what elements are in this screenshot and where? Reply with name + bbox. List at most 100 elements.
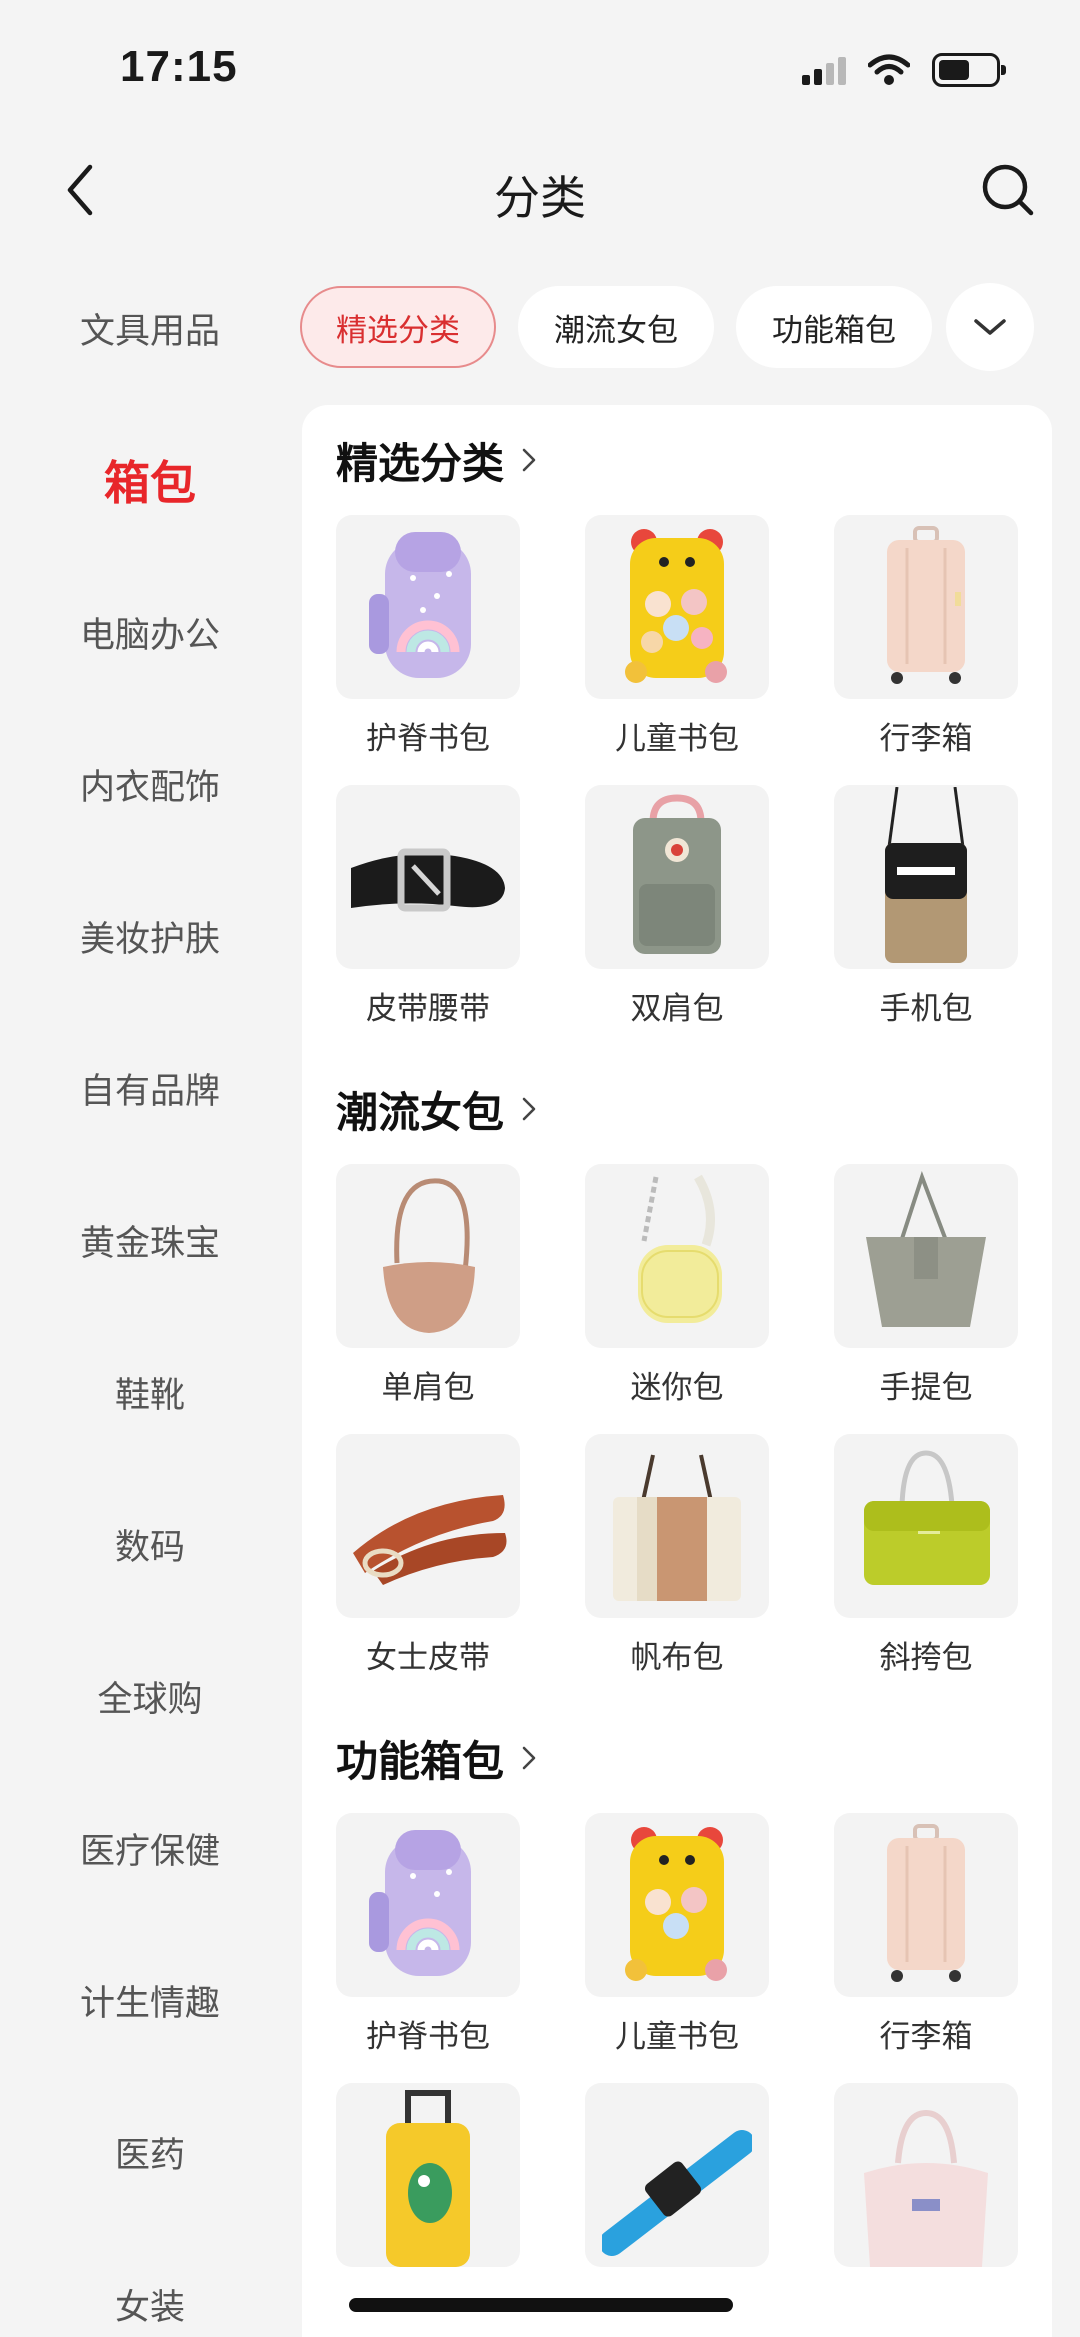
item-label: 手提包 [879,1370,973,1406]
section-title: 潮流女包 [336,1087,505,1137]
category-item-suitcase[interactable]: 行李箱 [834,515,1018,760]
category-item-womens-belt[interactable]: 女士皮带 [336,1434,520,1679]
item-label: 皮带腰带 [366,991,490,1027]
backpack-icon [369,532,471,678]
sidebar-item-stationery[interactable]: 文具用品 [0,252,300,404]
thumb [834,1434,1018,1618]
category-item-spine-backpack[interactable]: 护脊书包 [336,515,520,760]
item-label: 单肩包 [381,1370,475,1406]
category-item-spine-backpack[interactable]: 护脊书包 [336,1813,520,2058]
item-label: 行李箱 [879,721,973,757]
thumb [336,1434,520,1618]
category-item-kids-suitcase[interactable] [336,2083,520,2328]
thumb [585,785,769,969]
backpack-icon [369,1830,471,1976]
thumb [834,515,1018,699]
sidebar-item-digital[interactable]: 数码 [0,1468,300,1620]
category-item-shoulder-bag[interactable]: 单肩包 [336,1164,520,1409]
section-title: 精选分类 [336,438,505,488]
sidebar-item-global[interactable]: 全球购 [0,1620,300,1772]
handbag-icon [866,1171,986,1327]
sidebar-item-computer-office[interactable]: 电脑办公 [0,556,300,708]
section-functional-bags: 功能箱包 护脊书包 儿童书包 行李箱 [302,1703,1052,2328]
canvas-bag-icon [613,1454,741,1601]
status-bar: 17:15 [0,0,1080,130]
crossbody-bag-icon [864,1450,990,1585]
item-label: 护脊书包 [366,2019,490,2055]
home-indicator [349,2298,733,2312]
chip-trendy-womens-bags[interactable]: 潮流女包 [518,286,714,368]
item-label: 帆布包 [630,1640,724,1676]
thumb [834,785,1018,969]
suitcase-icon [887,526,965,684]
sidebar-item-healthcare[interactable]: 医疗保健 [0,1772,300,1924]
thumb [585,1813,769,1997]
thumb [336,1813,520,1997]
item-label: 手机包 [879,991,973,1027]
item-label: 儿童书包 [615,721,739,757]
sidebar-item-medicine[interactable]: 医药 [0,2076,300,2228]
thumb [585,515,769,699]
category-item-duffel-bag[interactable] [834,2083,1018,2328]
category-item-mini-bag[interactable]: 迷你包 [585,1164,769,1409]
section-featured: 精选分类 护脊书包 儿童书包 行李箱 皮带腰带 双肩包 手机包 [302,405,1052,1030]
product-grid: 护脊书包 儿童书包 [336,515,1052,1030]
category-item-luggage-strap[interactable] [585,2083,769,2328]
search-icon [982,164,1034,216]
category-item-kids-backpack[interactable]: 儿童书包 [585,515,769,760]
thumb [336,1164,520,1348]
thumb [585,1434,769,1618]
sidebar-item-bags[interactable]: 箱包 [0,404,300,556]
suitcase-icon [887,1824,965,1982]
sidebar-item-own-brand[interactable]: 自有品牌 [0,1012,300,1164]
chevron-right-icon [522,1746,536,1770]
backpack-icon [633,794,721,954]
category-item-handbag[interactable]: 手提包 [834,1164,1018,1409]
item-label: 双肩包 [630,991,724,1027]
product-grid: 护脊书包 儿童书包 [336,1813,1052,2328]
chevron-right-icon [522,448,536,472]
mini-bag-icon [638,1174,722,1323]
content-panel: 精选分类 护脊书包 儿童书包 行李箱 皮带腰带 双肩包 手机包 潮流女包 单肩包… [302,405,1052,2337]
category-item-crossbody-bag[interactable]: 斜挎包 [834,1434,1018,1679]
item-label: 女士皮带 [366,1640,490,1676]
item-label: 斜挎包 [879,1640,973,1676]
sidebar-item-womens-clothing[interactable]: 女装 [0,2228,300,2337]
category-item-phone-bag[interactable]: 手机包 [834,785,1018,1030]
thumb [336,2083,520,2267]
section-header[interactable]: 精选分类 [336,405,1052,515]
thumb [585,2083,769,2267]
signal-icon [802,55,846,85]
sidebar-item-gold-jewelry[interactable]: 黄金珠宝 [0,1164,300,1316]
thumb [585,1164,769,1348]
chip-featured[interactable]: 精选分类 [300,286,496,368]
chip-functional-bags[interactable]: 功能箱包 [736,286,932,368]
kids-suitcase-icon [386,2090,470,2267]
luggage-strap-icon [602,2130,752,2256]
category-item-kids-backpack[interactable]: 儿童书包 [585,1813,769,2058]
item-label: 护脊书包 [366,721,490,757]
status-icons [802,50,1006,90]
kids-backpack-icon [625,529,727,683]
sidebar-item-underwear-accessories[interactable]: 内衣配饰 [0,708,300,860]
category-item-backpack[interactable]: 双肩包 [585,785,769,1030]
section-header[interactable]: 潮流女包 [336,1054,1052,1164]
thumb [336,515,520,699]
section-trendy-womens-bags: 潮流女包 单肩包 迷你包 手提包 女士皮带 帆布包 斜挎包 [302,1054,1052,1679]
sidebar-item-family-planning[interactable]: 计生情趣 [0,1924,300,2076]
section-header[interactable]: 功能箱包 [336,1703,1052,1813]
section-title: 功能箱包 [336,1736,505,1786]
thumb [336,785,520,969]
subcategory-chips: 精选分类 潮流女包 功能箱包 [300,283,1080,371]
category-item-canvas-bag[interactable]: 帆布包 [585,1434,769,1679]
category-item-suitcase[interactable]: 行李箱 [834,1813,1018,2058]
phone-bag-icon [885,787,967,963]
search-button[interactable] [976,158,1040,222]
sidebar-item-beauty-skincare[interactable]: 美妆护肤 [0,860,300,1012]
category-item-belt[interactable]: 皮带腰带 [336,785,520,1030]
nav-bar: 分类 [0,140,1080,240]
item-label: 行李箱 [879,2019,973,2055]
expand-chips-button[interactable] [946,283,1034,371]
chevron-down-icon [974,319,1006,335]
sidebar-item-shoes[interactable]: 鞋靴 [0,1316,300,1468]
